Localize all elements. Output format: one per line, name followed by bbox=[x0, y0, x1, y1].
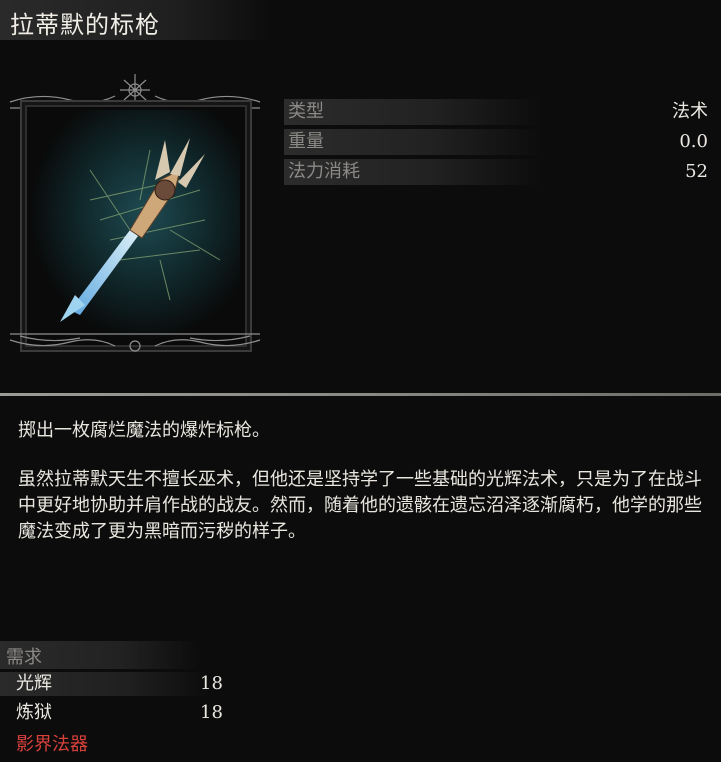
stat-value: 0.0 bbox=[679, 131, 708, 152]
description-summary: 掷出一枚腐烂魔法的爆炸标枪。 bbox=[18, 420, 270, 441]
requirement-value: 18 bbox=[200, 673, 223, 694]
frame-bottom-ornament bbox=[9, 333, 261, 352]
requirement-row-faith: 光辉 18 bbox=[0, 671, 234, 697]
stat-value: 52 bbox=[685, 161, 708, 182]
stat-value: 法术 bbox=[672, 101, 708, 122]
item-description: 掷出一枚腐烂魔法的爆炸标枪。 虽然拉蒂默天生不擅长巫术，但他还是坚持学了一些基础… bbox=[18, 418, 708, 545]
requirements-header: 需求 bbox=[6, 647, 42, 668]
item-title: 拉蒂默的标枪 bbox=[10, 11, 160, 39]
description-lore: 虽然拉蒂默天生不擅长巫术，但他还是坚持学了一些基础的光辉法术，只是为了在战斗中更… bbox=[18, 469, 702, 542]
catalyst-category: 影界法器 bbox=[16, 734, 88, 755]
requirement-value: 18 bbox=[200, 702, 223, 723]
section-divider bbox=[0, 393, 721, 396]
spectral-spear-icon bbox=[30, 110, 240, 340]
stat-row-fp-cost: 法力消耗 52 bbox=[284, 157, 710, 187]
stat-row-weight: 重量 0.0 bbox=[284, 127, 710, 157]
stats-panel: 类型 法术 重量 0.0 法力消耗 52 bbox=[284, 97, 710, 187]
requirement-label: 光辉 bbox=[16, 673, 52, 694]
item-image-frame bbox=[0, 70, 270, 375]
requirement-label: 炼狱 bbox=[16, 702, 52, 723]
stat-row-type: 类型 法术 bbox=[284, 97, 710, 127]
requirement-row-arcane: 炼狱 18 bbox=[14, 700, 234, 726]
stat-label: 法力消耗 bbox=[288, 161, 360, 182]
stat-label: 类型 bbox=[288, 101, 324, 122]
stat-label: 重量 bbox=[288, 131, 324, 152]
